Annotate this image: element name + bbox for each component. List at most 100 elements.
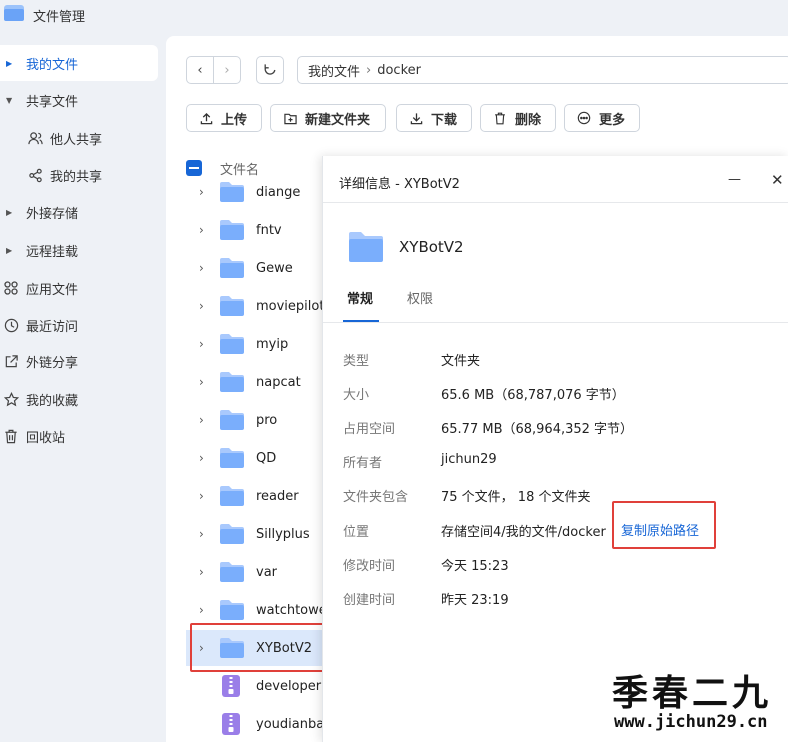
close-icon[interactable]: ✕ (771, 171, 784, 189)
apps-grid-icon (3, 280, 19, 296)
back-button[interactable]: ‹ (186, 56, 214, 84)
folder-icon (220, 258, 244, 278)
chevron-right-icon[interactable]: › (199, 489, 204, 503)
divider (323, 322, 788, 323)
file-row[interactable]: youdianbao (186, 706, 326, 742)
file-name: napcat (256, 374, 301, 390)
sidebar-item-label: 远程挂载 (26, 244, 79, 260)
folder-icon (220, 410, 244, 430)
prop-value-size: 65.6 MB（68,787,076 字节） (441, 388, 625, 403)
new-folder-button[interactable]: 新建文件夹 (270, 104, 386, 132)
sidebar-item-my-shares[interactable]: 我的共享 (0, 157, 160, 193)
upload-icon (199, 111, 213, 125)
breadcrumb[interactable]: 我的文件 › docker (297, 56, 788, 84)
folder-icon (220, 220, 244, 240)
tab-permissions[interactable]: 权限 (407, 288, 433, 307)
folder-icon (220, 182, 244, 202)
folder-row[interactable]: › QD (186, 440, 326, 476)
chevron-right-icon[interactable]: › (199, 603, 204, 617)
file-name: youdianbao (256, 716, 326, 732)
chevron-right-icon[interactable]: › (199, 375, 204, 389)
sidebar-item-link-share[interactable]: 外链分享 (0, 343, 160, 379)
sidebar-item-label: 应用文件 (26, 282, 79, 298)
folder-row[interactable]: › myip (186, 326, 326, 362)
prop-label-type: 类型 (343, 354, 370, 369)
sidebar-item-remote-mount[interactable]: ▶ 远程挂载 (0, 232, 160, 268)
dialog-title: 详细信息 - XYBotV2 (339, 177, 460, 192)
sidebar-item-favorites[interactable]: 我的收藏 (0, 381, 160, 417)
breadcrumb-current[interactable]: docker (377, 63, 421, 78)
chevron-right-icon[interactable]: › (199, 261, 204, 275)
trash-icon (3, 428, 19, 444)
breadcrumb-root[interactable]: 我的文件 (308, 61, 360, 80)
tab-general[interactable]: 常规 (347, 288, 373, 307)
folder-row[interactable]: › diange (186, 174, 326, 210)
chevron-right-icon[interactable]: › (199, 413, 204, 427)
file-name: myip (256, 336, 289, 352)
sidebar-item-label: 我的收藏 (26, 393, 79, 409)
folder-icon (220, 562, 244, 582)
folder-row[interactable]: › fntv (186, 212, 326, 248)
more-button[interactable]: 更多 (564, 104, 640, 132)
folder-row[interactable]: › Sillyplus (186, 516, 326, 552)
sidebar-item-recent[interactable]: 最近访问 (0, 307, 160, 343)
folder-row[interactable]: › pro (186, 402, 326, 438)
download-label: 下载 (431, 112, 458, 128)
folder-row[interactable]: › reader (186, 478, 326, 514)
folder-row[interactable]: › napcat (186, 364, 326, 400)
minimize-icon[interactable]: — (728, 172, 741, 187)
sidebar-item-my-files[interactable]: ▶ 我的文件 (0, 45, 158, 81)
chevron-right-icon[interactable]: › (199, 527, 204, 541)
watermark-url: www.jichun29.cn (614, 712, 768, 732)
file-name: pro (256, 412, 278, 428)
folder-icon (220, 524, 244, 544)
prop-value-type: 文件夹 (441, 354, 481, 369)
sidebar-item-others-shared[interactable]: 他人共享 (0, 120, 160, 156)
trash-icon (493, 111, 507, 125)
prop-value-created: 昨天 23:19 (441, 593, 509, 608)
prop-label-contains: 文件夹包含 (343, 490, 409, 505)
highlight-box (612, 501, 716, 549)
item-name: XYBotV2 (399, 238, 464, 256)
sidebar-item-label: 共享文件 (26, 94, 79, 110)
sidebar-item-recycle-bin[interactable]: 回收站 (0, 418, 160, 454)
folder-row[interactable]: › moviepilot (186, 288, 326, 324)
triangle-right-icon: ▶ (6, 58, 13, 68)
external-link-icon (3, 353, 19, 369)
upload-button[interactable]: 上传 (186, 104, 262, 132)
chevron-right-icon[interactable]: › (199, 451, 204, 465)
triangle-down-icon: ▼ (6, 95, 13, 105)
prop-value-owner: jichun29 (441, 452, 497, 467)
file-name: watchtower (256, 602, 326, 618)
zip-archive-icon (222, 675, 240, 697)
refresh-button[interactable] (256, 56, 284, 84)
download-button[interactable]: 下载 (396, 104, 472, 132)
folder-row[interactable]: › Gewe (186, 250, 326, 286)
sidebar-item-shared-files[interactable]: ▼ 共享文件 (0, 82, 160, 118)
sidebar-item-external-storage[interactable]: ▶ 外接存储 (0, 194, 160, 230)
folder-icon (220, 448, 244, 468)
chevron-right-icon[interactable]: › (199, 337, 204, 351)
prop-label-size: 大小 (343, 388, 370, 403)
more-dots-icon (577, 111, 591, 125)
chevron-right-icon[interactable]: › (199, 299, 204, 313)
delete-button[interactable]: 删除 (480, 104, 556, 132)
folder-icon (349, 232, 383, 262)
file-name: var (256, 564, 278, 580)
file-name: reader (256, 488, 299, 504)
folder-row[interactable]: › var (186, 554, 326, 590)
prop-label-location: 位置 (343, 525, 370, 540)
sidebar-item-label: 回收站 (26, 430, 66, 446)
delete-label: 删除 (515, 112, 542, 128)
prop-label-disk-usage: 占用空间 (343, 422, 396, 437)
file-name: moviepilot (256, 298, 325, 314)
file-row[interactable]: developer0 (186, 668, 326, 704)
sidebar: ▶ 我的文件 ▼ 共享文件 他人共享 我的共享 ▶ 外接存储 ▶ 远程挂载 应用… (0, 30, 165, 742)
forward-button[interactable]: › (213, 56, 241, 84)
chevron-right-icon[interactable]: › (199, 565, 204, 579)
chevron-right-icon[interactable]: › (199, 223, 204, 237)
sidebar-item-app-files[interactable]: 应用文件 (0, 270, 160, 306)
clock-icon (3, 317, 19, 333)
refresh-icon (264, 64, 276, 75)
chevron-right-icon[interactable]: › (199, 185, 204, 199)
